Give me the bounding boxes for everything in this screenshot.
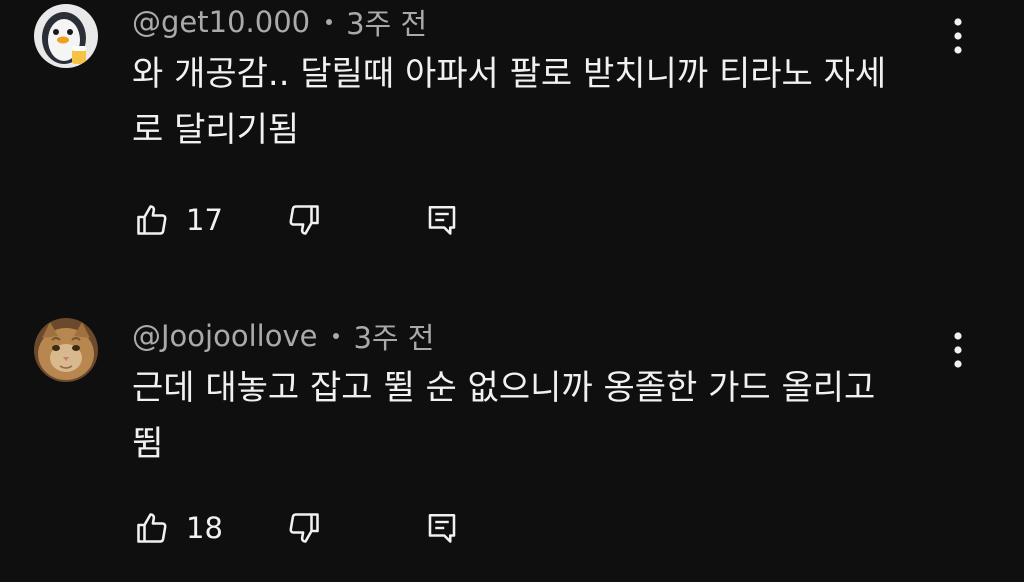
thumbs-down-icon [286, 202, 322, 238]
reply-comment-icon [424, 202, 460, 238]
separator-dot [333, 333, 340, 339]
more-vertical-icon[interactable] [946, 16, 970, 56]
comment-text-line: 로 달리기됨 [132, 110, 300, 150]
comment-text-line: 와 개공감.. 달릴때 아파서 팔로 받치니까 티라노 자세 [132, 54, 887, 94]
thumbs-up-icon [134, 510, 170, 546]
thumbs-up-icon [134, 202, 170, 238]
penguin-avatar-icon[interactable] [34, 4, 98, 68]
comment-text-line: 뜀 [132, 424, 164, 464]
comment-meta: @Joojoollove 3주 전 [132, 316, 434, 356]
like-count: 18 [186, 511, 223, 545]
more-vertical-icon[interactable] [946, 330, 970, 370]
dislike-button[interactable] [286, 508, 322, 548]
comment-text-line: 근데 대놓고 잡고 뛸 순 없으니까 옹졸한 가드 올리고 [132, 368, 876, 408]
comment-time[interactable]: 3주 전 [353, 315, 434, 357]
comment-meta: @get10.000 3주 전 [132, 2, 427, 42]
comment-actions: 17 [132, 200, 472, 240]
comment-text: 근데 대놓고 잡고 뛸 순 없으니까 옹졸한 가드 올리고 뜀 [132, 360, 932, 472]
author-handle[interactable]: @get10.000 [132, 5, 310, 39]
comment-actions: 18 [132, 508, 472, 548]
reply-comment-icon [424, 510, 460, 546]
like-button[interactable]: 18 [134, 508, 223, 548]
reply-button[interactable] [424, 200, 460, 240]
thumbs-down-icon [286, 510, 322, 546]
cat-avatar-icon[interactable] [34, 318, 98, 382]
separator-dot [326, 19, 333, 25]
author-handle[interactable]: @Joojoollove [132, 319, 317, 353]
reply-button[interactable] [424, 508, 460, 548]
like-button[interactable]: 17 [134, 200, 223, 240]
comment-time[interactable]: 3주 전 [346, 1, 427, 43]
comment-text: 와 개공감.. 달릴때 아파서 팔로 받치니까 티라노 자세 로 달리기됨 [132, 46, 932, 158]
dislike-button[interactable] [286, 200, 322, 240]
like-count: 17 [186, 203, 223, 237]
